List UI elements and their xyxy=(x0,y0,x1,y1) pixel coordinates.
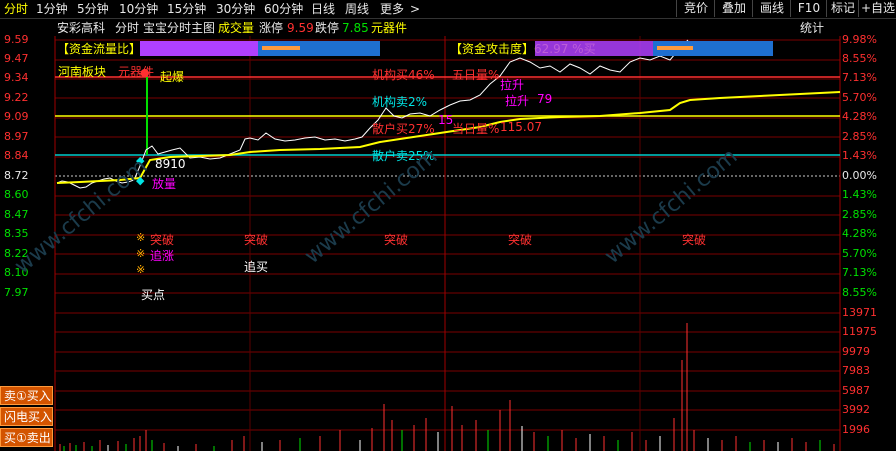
flow-ratio-marker xyxy=(262,46,300,50)
rise-label: 拉升 xyxy=(505,94,530,108)
butterfly-icon: ※ xyxy=(136,231,146,244)
takeoff-label: 起爆 xyxy=(160,70,185,84)
arrow-icon: ◆ xyxy=(136,174,145,187)
breakout-label: 突破 xyxy=(682,233,707,247)
breakout-label: 突破 xyxy=(508,233,533,247)
heavy-volume-label: 放量 xyxy=(152,177,177,191)
rise-label: 拉升 xyxy=(500,78,525,92)
today-volume-label: 当日量% xyxy=(452,122,500,136)
inst-buy-label: 机构买46% xyxy=(372,68,435,82)
breakout-label: 突破 xyxy=(384,233,409,247)
breakout-label: 突破 xyxy=(244,233,269,247)
retail-sell-label: 散户卖25% xyxy=(372,149,435,163)
buy-point-label: 买点 xyxy=(141,288,166,302)
arrow-icon: ◆ xyxy=(136,154,145,167)
today-volume-value: 115.07 xyxy=(500,120,542,134)
region-label: 河南板块 xyxy=(58,65,107,79)
rise-value: 15 xyxy=(438,113,454,127)
volume-bars xyxy=(59,323,835,451)
attack-bar xyxy=(535,41,653,56)
price-8910-label: 8910 xyxy=(155,157,186,171)
breakout-label: 突破 xyxy=(150,233,175,247)
flash-buy-button[interactable]: 闪电买入 xyxy=(0,407,53,426)
chase-buy-label: 追买 xyxy=(244,260,269,274)
butterfly-icon: ※ xyxy=(136,247,146,260)
attack-marker xyxy=(657,46,693,50)
five-day-volume-label: 五日量% xyxy=(452,68,500,82)
rise-value: 79 xyxy=(537,92,553,106)
fire-icon: ● xyxy=(140,66,150,79)
flow-ratio-bar xyxy=(140,41,258,56)
sell1-buy-button[interactable]: 卖①买入 xyxy=(0,386,53,405)
butterfly-icon: ※ xyxy=(136,263,146,276)
inst-sell-label: 机构卖2% xyxy=(372,95,428,109)
retail-buy-label: 散户买27% xyxy=(372,122,435,136)
chase-label: 追涨 xyxy=(150,249,175,263)
buy1-sell-button[interactable]: 买①卖出 xyxy=(0,428,53,447)
